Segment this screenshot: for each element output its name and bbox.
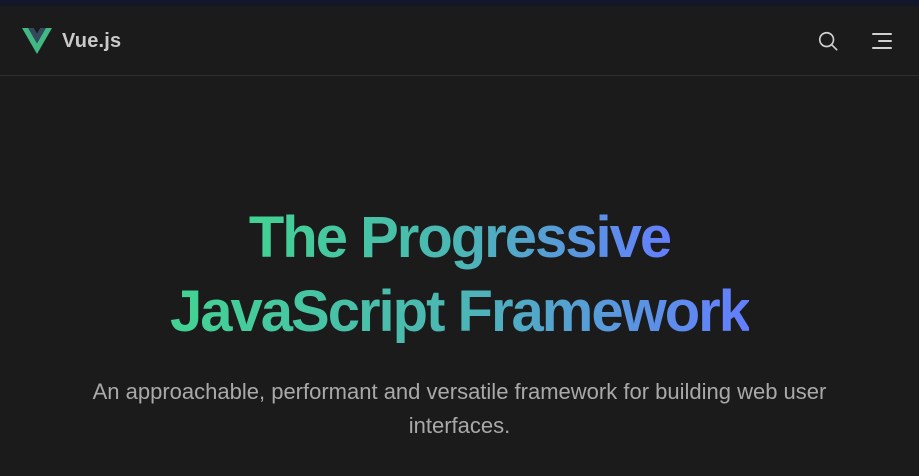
hero-tagline: An approachable, performant and versatil… [92,379,827,438]
brand-title: Vue.js [62,29,122,52]
menu-button[interactable] [869,28,895,54]
hero-title-line-2: JavaScript Framework [170,275,751,349]
search-icon [818,31,838,51]
search-button[interactable] [815,28,841,54]
menu-icon [872,33,892,49]
vue-logo-icon [22,28,52,54]
brand-link[interactable]: Vue.js [22,6,121,76]
navbar: Vue.js [0,6,919,76]
hero-title-line-1: The Progressive [249,201,672,275]
hero-section: The Progressive JavaScript Framework An … [0,77,919,476]
hero-title: The Progressive JavaScript Framework [0,201,919,349]
